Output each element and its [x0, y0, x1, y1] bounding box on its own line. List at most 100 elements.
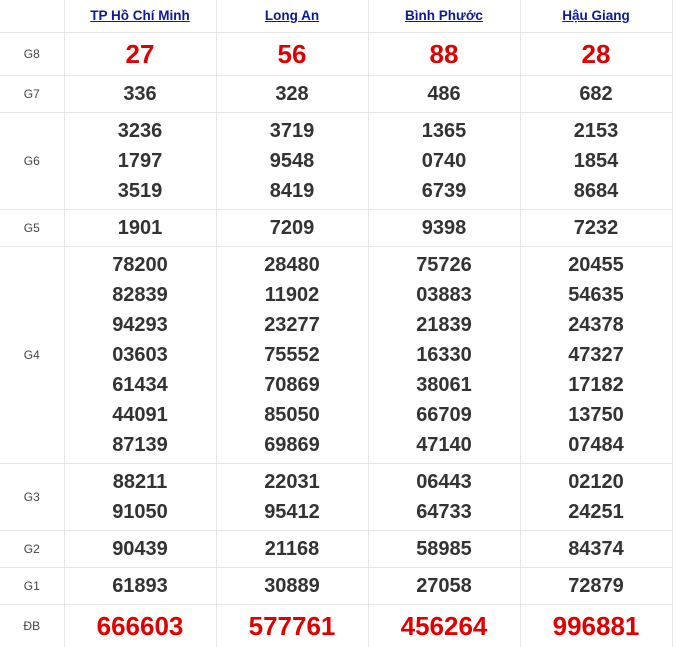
result-number: 2153: [521, 116, 672, 146]
result-number: 47140: [369, 430, 520, 460]
result-number: 94293: [65, 310, 216, 340]
result-cell: 577761: [216, 605, 368, 647]
result-number: 13750: [521, 400, 672, 430]
province-link-hau-giang[interactable]: Hậu Giang: [562, 8, 630, 23]
result-number: 16330: [369, 340, 520, 370]
result-number: 38061: [369, 370, 520, 400]
result-number: 8684: [521, 176, 672, 206]
result-number: 23277: [217, 310, 368, 340]
result-number: 44091: [65, 400, 216, 430]
result-cell: 75726038832183916330380616670947140: [368, 247, 520, 464]
prize-label: ĐB: [0, 605, 64, 647]
result-number: 27058: [369, 571, 520, 601]
result-number: 1797: [65, 146, 216, 176]
result-cell: 90439: [64, 531, 216, 568]
result-number: 72879: [521, 571, 672, 601]
province-link-tp-ho-chi-minh[interactable]: TP Hồ Chí Minh: [90, 8, 190, 23]
result-cell: 682: [520, 76, 672, 113]
result-number: 69869: [217, 430, 368, 460]
prize-row-g4: G478200828399429303603614344409187139284…: [0, 247, 672, 464]
province-link-long-an[interactable]: Long An: [265, 8, 319, 23]
result-number: 64733: [369, 497, 520, 527]
result-number: 9548: [217, 146, 368, 176]
result-cell: 7209: [216, 210, 368, 247]
result-cell: 88: [368, 33, 520, 76]
result-cell: 371995488419: [216, 113, 368, 210]
province-header-row: TP Hồ Chí Minh Long An Bình Phước Hậu Gi…: [0, 0, 672, 33]
result-number: 20455: [521, 250, 672, 280]
prize-row-db: ĐB666603577761456264996881: [0, 605, 672, 647]
result-number: 75552: [217, 340, 368, 370]
result-number: 3236: [65, 116, 216, 146]
result-cell: 21168: [216, 531, 368, 568]
result-number: 84374: [521, 534, 672, 564]
result-cell: 0212024251: [520, 464, 672, 531]
result-cell: 486: [368, 76, 520, 113]
result-number: 27: [65, 39, 216, 69]
result-number: 11902: [217, 280, 368, 310]
result-cell: 8821191050: [64, 464, 216, 531]
result-number: 58985: [369, 534, 520, 564]
result-number: 85050: [217, 400, 368, 430]
result-cell: 456264: [368, 605, 520, 647]
result-cell: 20455546352437847327171821375007484: [520, 247, 672, 464]
result-number: 996881: [521, 611, 672, 641]
prize-row-g5: G51901720993987232: [0, 210, 672, 247]
result-number: 456264: [369, 611, 520, 641]
result-number: 22031: [217, 467, 368, 497]
result-number: 95412: [217, 497, 368, 527]
result-cell: 56: [216, 33, 368, 76]
lottery-results-table: TP Hồ Chí Minh Long An Bình Phước Hậu Gi…: [0, 0, 673, 647]
result-number: 02120: [521, 467, 672, 497]
header-corner: [0, 0, 64, 33]
prize-label: G1: [0, 568, 64, 605]
result-cell: 9398: [368, 210, 520, 247]
result-number: 54635: [521, 280, 672, 310]
result-number: 91050: [65, 497, 216, 527]
result-cell: 215318548684: [520, 113, 672, 210]
result-number: 30889: [217, 571, 368, 601]
prize-label: G2: [0, 531, 64, 568]
result-number: 87139: [65, 430, 216, 460]
province-header: TP Hồ Chí Minh: [64, 0, 216, 33]
result-number: 577761: [217, 611, 368, 641]
result-number: 88: [369, 39, 520, 69]
result-cell: 323617973519: [64, 113, 216, 210]
result-number: 03883: [369, 280, 520, 310]
prize-label: G3: [0, 464, 64, 531]
prize-row-g1: G161893308892705872879: [0, 568, 672, 605]
result-number: 17182: [521, 370, 672, 400]
prize-row-g2: G290439211685898584374: [0, 531, 672, 568]
province-header: Long An: [216, 0, 368, 33]
result-number: 28480: [217, 250, 368, 280]
province-link-binh-phuoc[interactable]: Bình Phước: [405, 8, 483, 23]
result-cell: 1901: [64, 210, 216, 247]
prize-label: G8: [0, 33, 64, 76]
result-number: 66709: [369, 400, 520, 430]
result-number: 7209: [217, 213, 368, 243]
result-number: 666603: [65, 611, 216, 641]
result-cell: 78200828399429303603614344409187139: [64, 247, 216, 464]
result-number: 21839: [369, 310, 520, 340]
result-cell: 27: [64, 33, 216, 76]
result-number: 1901: [65, 213, 216, 243]
result-cell: 30889: [216, 568, 368, 605]
result-number: 78200: [65, 250, 216, 280]
result-number: 24251: [521, 497, 672, 527]
result-cell: 0644364733: [368, 464, 520, 531]
result-number: 75726: [369, 250, 520, 280]
result-number: 8419: [217, 176, 368, 206]
result-cell: 84374: [520, 531, 672, 568]
result-cell: 136507406739: [368, 113, 520, 210]
result-number: 24378: [521, 310, 672, 340]
prize-row-g3: G388211910502203195412064436473302120242…: [0, 464, 672, 531]
result-number: 328: [217, 79, 368, 109]
result-number: 90439: [65, 534, 216, 564]
result-number: 6739: [369, 176, 520, 206]
prize-label: G5: [0, 210, 64, 247]
result-cell: 336: [64, 76, 216, 113]
result-number: 1365: [369, 116, 520, 146]
result-cell: 28480119022327775552708698505069869: [216, 247, 368, 464]
prize-row-g8: G827568828: [0, 33, 672, 76]
result-cell: 996881: [520, 605, 672, 647]
